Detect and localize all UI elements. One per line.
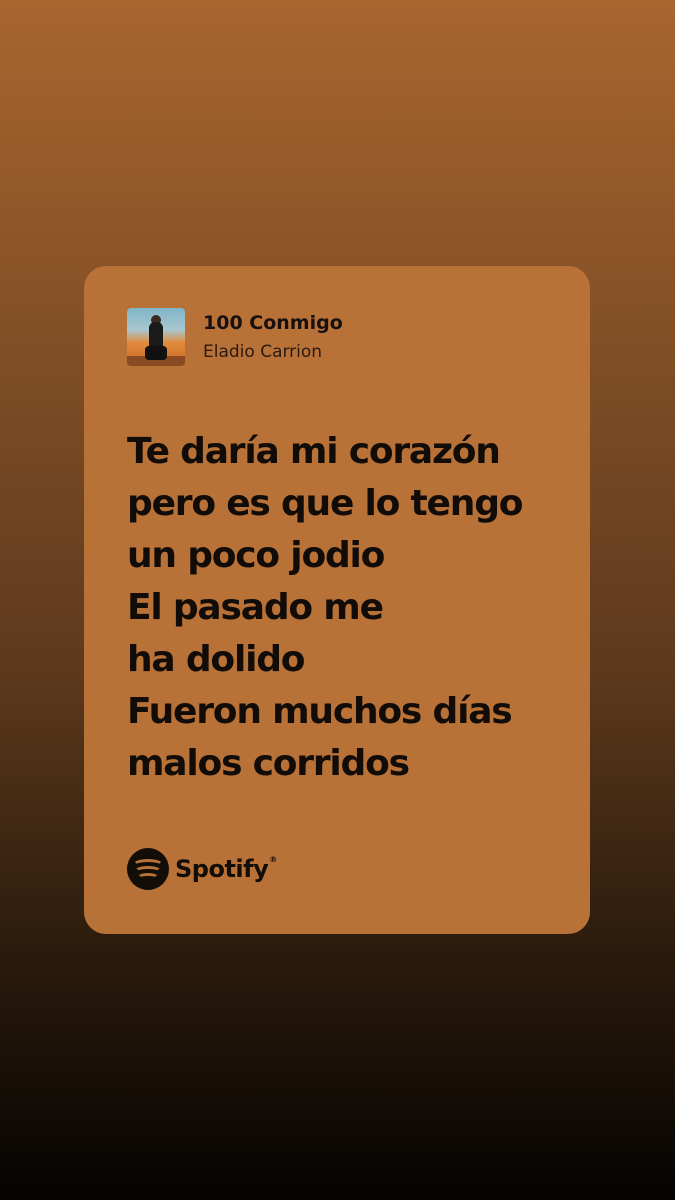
spotify-logo-icon <box>127 848 169 890</box>
lyric-line: Te daría mi corazón <box>127 431 501 472</box>
song-title: 100 Conmigo <box>203 312 343 334</box>
album-cover <box>127 308 185 366</box>
lyric-line: pero es que lo tengo <box>127 483 523 524</box>
lyric-line: un poco jodio <box>127 535 385 576</box>
track-meta: 100 Conmigo Eladio Carrion <box>203 310 343 364</box>
lyrics-block: Te daría mi corazón pero es que lo tengo… <box>127 426 577 790</box>
lyric-line: El pasado me <box>127 587 384 628</box>
lyric-line: Fueron muchos días <box>127 691 513 732</box>
lyric-line: ha dolido <box>127 639 306 680</box>
track-info[interactable]: 100 Conmigo Eladio Carrion <box>127 308 343 366</box>
lyrics-share-card: 100 Conmigo Eladio Carrion Te daría mi c… <box>84 266 590 934</box>
lyric-line: malos corridos <box>127 743 410 784</box>
brand-name: Spotify® <box>175 855 277 883</box>
spotify-brand: Spotify® <box>127 848 277 890</box>
artist-name: Eladio Carrion <box>203 342 323 362</box>
